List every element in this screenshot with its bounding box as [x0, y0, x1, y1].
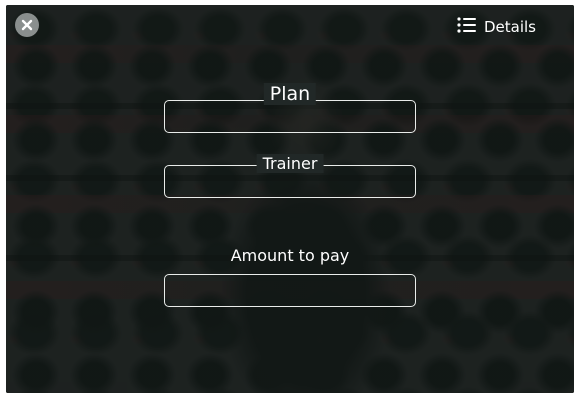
- plan-field[interactable]: Plan: [164, 83, 416, 133]
- amount-input[interactable]: [165, 275, 415, 306]
- details-button[interactable]: Details: [457, 17, 536, 37]
- trainer-input[interactable]: [165, 166, 415, 197]
- trainer-field[interactable]: Trainer: [164, 154, 416, 198]
- amount-to-pay-label: Amount to pay: [230, 246, 350, 265]
- close-icon: [21, 19, 33, 31]
- dialog-panel: Details Plan Trainer Amount to pay: [6, 5, 574, 393]
- details-label: Details: [483, 18, 536, 36]
- dark-overlay: [6, 5, 574, 393]
- amount-field[interactable]: [164, 274, 416, 307]
- plan-input[interactable]: [165, 101, 415, 132]
- close-button[interactable]: [15, 13, 39, 37]
- list-icon: [457, 17, 477, 37]
